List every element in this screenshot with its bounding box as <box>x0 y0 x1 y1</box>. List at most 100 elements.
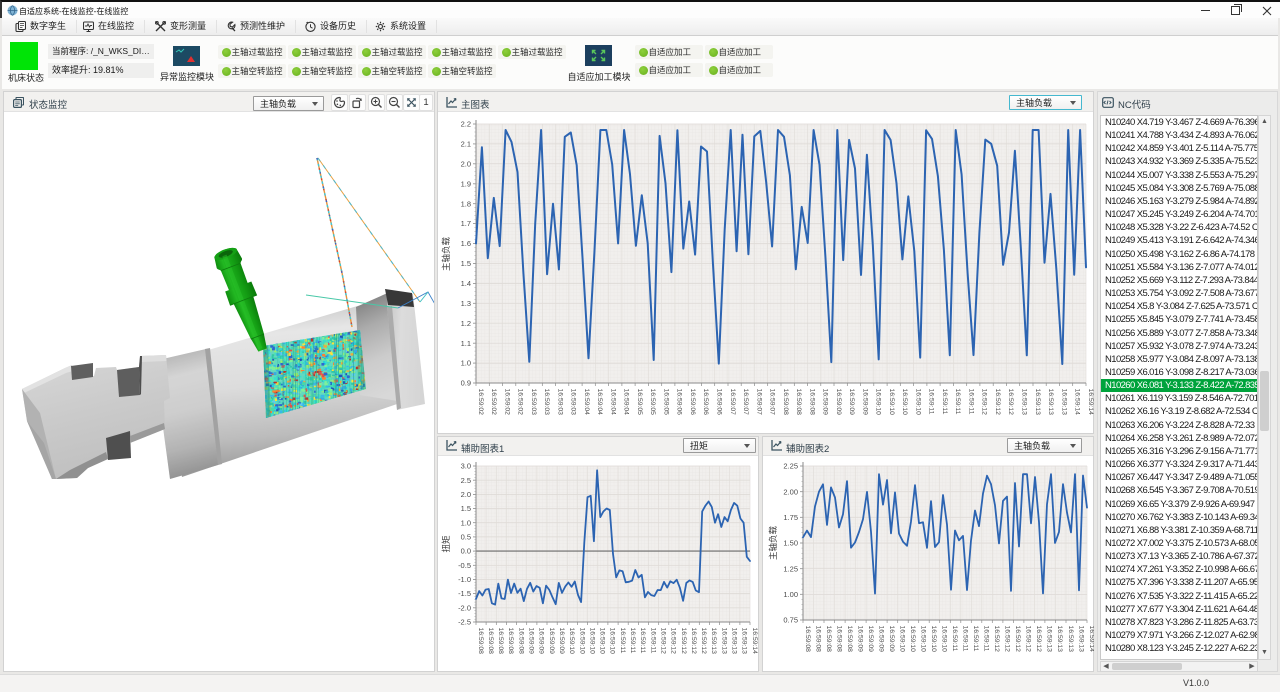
svg-text:16:59:04: 16:59:04 <box>583 389 590 416</box>
svg-text:16:59:10: 16:59:10 <box>588 628 595 655</box>
svg-text:16:59:11: 16:59:11 <box>619 628 626 654</box>
svg-text:16:59:08: 16:59:08 <box>477 628 484 655</box>
svg-text:1.1: 1.1 <box>461 339 471 348</box>
svg-text:16:59:02: 16:59:02 <box>517 389 524 416</box>
svg-text:16:59:12: 16:59:12 <box>660 628 667 655</box>
svg-text:16:59:09: 16:59:09 <box>888 626 895 653</box>
svg-text:16:59:07: 16:59:07 <box>742 389 749 416</box>
svg-text:2.1: 2.1 <box>461 140 471 149</box>
svg-text:-2.0: -2.0 <box>458 603 471 612</box>
svg-text:16:59:04: 16:59:04 <box>609 389 616 416</box>
svg-text:1.8: 1.8 <box>461 199 471 208</box>
svg-text:16:59:08: 16:59:08 <box>487 628 494 655</box>
svg-text:16:59:11: 16:59:11 <box>629 628 636 654</box>
svg-text:16:59:10: 16:59:10 <box>609 628 616 655</box>
svg-text:16:59:14: 16:59:14 <box>1088 626 1094 653</box>
svg-text:16:59:09: 16:59:09 <box>861 389 868 416</box>
svg-text:-1.5: -1.5 <box>458 589 471 598</box>
svg-text:16:59:12: 16:59:12 <box>994 389 1001 416</box>
svg-text:16:59:13: 16:59:13 <box>1056 626 1063 653</box>
svg-text:16:59:03: 16:59:03 <box>543 389 550 416</box>
svg-text:16:59:10: 16:59:10 <box>941 626 948 653</box>
svg-text:16:59:14: 16:59:14 <box>751 628 758 655</box>
svg-text:16:59:10: 16:59:10 <box>599 628 606 655</box>
svg-text:16:59:09: 16:59:09 <box>877 626 884 653</box>
svg-text:16:59:09: 16:59:09 <box>856 626 863 653</box>
svg-text:16:59:13: 16:59:13 <box>1060 389 1067 416</box>
svg-text:16:59:08: 16:59:08 <box>782 389 789 416</box>
svg-text:16:59:08: 16:59:08 <box>814 626 821 653</box>
svg-text:16:59:13: 16:59:13 <box>1047 389 1054 416</box>
svg-text:2.2: 2.2 <box>461 120 471 129</box>
svg-text:16:59:10: 16:59:10 <box>930 626 937 653</box>
svg-text:16:59:10: 16:59:10 <box>568 628 575 655</box>
svg-text:1.75: 1.75 <box>783 513 798 522</box>
svg-text:-1.0: -1.0 <box>458 575 471 584</box>
svg-text:16:59:10: 16:59:10 <box>578 628 585 655</box>
svg-text:1.5: 1.5 <box>461 259 471 268</box>
svg-text:16:59:11: 16:59:11 <box>951 626 958 652</box>
svg-text:16:59:03: 16:59:03 <box>530 389 537 416</box>
svg-text:16:59:12: 16:59:12 <box>1035 626 1042 653</box>
svg-text:1.25: 1.25 <box>783 564 798 573</box>
svg-text:16:59:12: 16:59:12 <box>1004 626 1011 653</box>
svg-text:16:59:04: 16:59:04 <box>623 389 630 416</box>
svg-text:主轴负载: 主轴负载 <box>768 526 778 561</box>
svg-text:16:59:13: 16:59:13 <box>731 628 738 655</box>
svg-text:16:59:09: 16:59:09 <box>538 628 545 655</box>
svg-text:16:59:12: 16:59:12 <box>993 626 1000 653</box>
svg-text:1.00: 1.00 <box>783 590 798 599</box>
svg-text:16:59:04: 16:59:04 <box>596 389 603 416</box>
svg-text:16:59:07: 16:59:07 <box>755 389 762 416</box>
svg-text:16:59:08: 16:59:08 <box>795 389 802 416</box>
svg-text:16:59:05: 16:59:05 <box>636 389 643 416</box>
svg-text:16:59:10: 16:59:10 <box>909 626 916 653</box>
svg-text:16:59:13: 16:59:13 <box>710 628 717 655</box>
svg-text:1.0: 1.0 <box>461 518 471 527</box>
svg-text:16:59:11: 16:59:11 <box>639 628 646 654</box>
svg-text:16:59:12: 16:59:12 <box>700 628 707 655</box>
svg-text:16:59:12: 16:59:12 <box>1014 626 1021 653</box>
svg-text:-2.5: -2.5 <box>458 618 471 627</box>
svg-text:16:59:12: 16:59:12 <box>680 628 687 655</box>
svg-text:16:59:11: 16:59:11 <box>968 389 975 415</box>
svg-text:2.00: 2.00 <box>783 487 798 496</box>
svg-text:16:59:11: 16:59:11 <box>928 389 935 415</box>
svg-text:16:59:13: 16:59:13 <box>1034 389 1041 416</box>
svg-text:0.75: 0.75 <box>783 616 798 625</box>
svg-text:-0.5: -0.5 <box>458 561 471 570</box>
svg-text:16:59:08: 16:59:08 <box>517 628 524 655</box>
svg-text:16:59:12: 16:59:12 <box>1025 626 1032 653</box>
svg-text:2.25: 2.25 <box>783 462 798 471</box>
svg-text:1.0: 1.0 <box>461 359 471 368</box>
svg-text:1.5: 1.5 <box>461 504 471 513</box>
svg-text:1.50: 1.50 <box>783 539 798 548</box>
svg-text:1.4: 1.4 <box>461 279 471 288</box>
svg-text:16:59:03: 16:59:03 <box>570 389 577 416</box>
svg-text:16:59:06: 16:59:06 <box>702 389 709 416</box>
svg-text:2.0: 2.0 <box>461 490 471 499</box>
svg-text:16:59:09: 16:59:09 <box>867 626 874 653</box>
svg-text:16:59:10: 16:59:10 <box>899 626 906 653</box>
svg-text:16:59:10: 16:59:10 <box>875 389 882 416</box>
svg-text:16:59:12: 16:59:12 <box>1007 389 1014 416</box>
svg-text:16:59:05: 16:59:05 <box>649 389 656 416</box>
svg-text:16:59:12: 16:59:12 <box>670 628 677 655</box>
svg-text:16:59:11: 16:59:11 <box>941 389 948 415</box>
svg-text:0.5: 0.5 <box>461 533 471 542</box>
svg-text:16:59:06: 16:59:06 <box>676 389 683 416</box>
svg-text:16:59:08: 16:59:08 <box>825 626 832 653</box>
svg-text:0.0: 0.0 <box>461 547 471 556</box>
svg-text:16:59:12: 16:59:12 <box>690 628 697 655</box>
svg-text:16:59:11: 16:59:11 <box>649 628 656 654</box>
svg-text:16:59:10: 16:59:10 <box>888 389 895 416</box>
svg-text:16:59:12: 16:59:12 <box>981 389 988 416</box>
svg-text:1.6: 1.6 <box>461 239 471 248</box>
svg-text:16:59:11: 16:59:11 <box>983 626 990 652</box>
svg-text:1.9: 1.9 <box>461 179 471 188</box>
svg-text:16:59:10: 16:59:10 <box>914 389 921 416</box>
svg-text:16:59:13: 16:59:13 <box>1067 626 1074 653</box>
svg-text:2.0: 2.0 <box>461 159 471 168</box>
svg-text:16:59:13: 16:59:13 <box>720 628 727 655</box>
svg-text:16:59:09: 16:59:09 <box>548 628 555 655</box>
